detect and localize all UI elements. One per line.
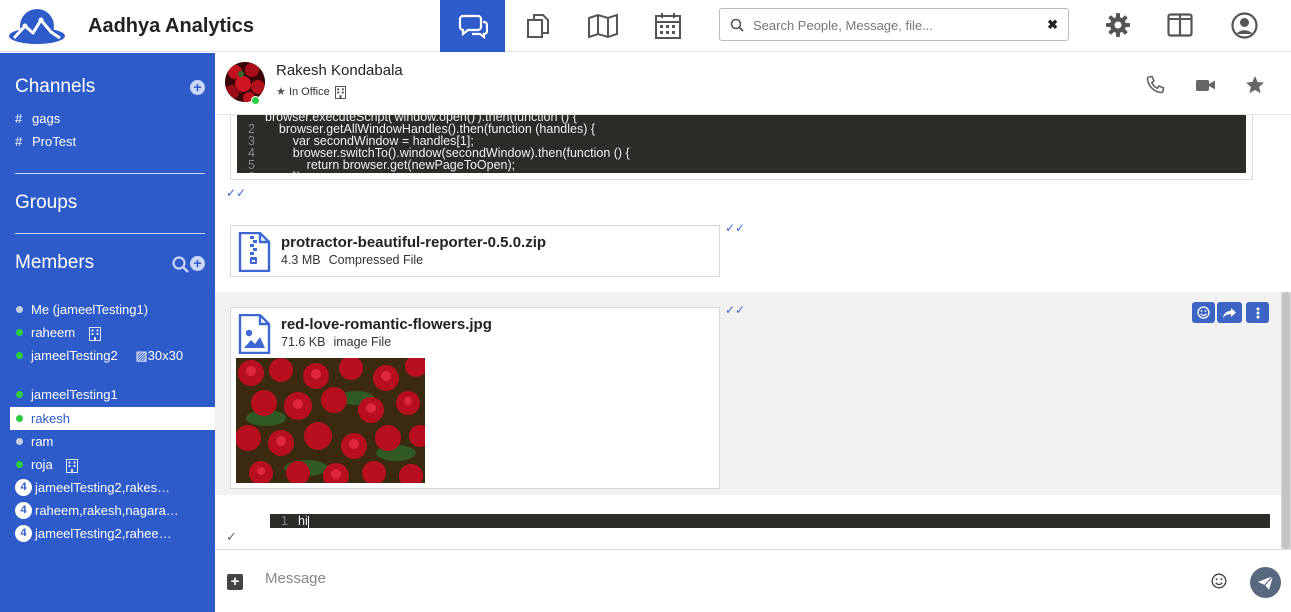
contact-name: Rakesh Kondabala	[276, 62, 403, 79]
zip-file-icon	[236, 232, 272, 272]
gear-icon[interactable]	[1104, 11, 1132, 39]
nav-calendar-button[interactable]	[635, 0, 700, 52]
emoji-icon[interactable]	[1211, 573, 1227, 589]
read-receipt-icon: ✓✓	[226, 186, 247, 200]
image-preview[interactable]	[236, 358, 425, 483]
file-meta: 4.3 MB Compressed File	[281, 253, 424, 267]
building-icon	[334, 85, 346, 99]
phone-icon[interactable]	[1145, 75, 1167, 97]
file-message[interactable]: protractor-beautiful-reporter-0.5.0.zip …	[230, 225, 720, 277]
top-bar: Aadhya Analytics ✖	[0, 0, 1291, 52]
member-item[interactable]: Me (jameelTesting1)	[10, 298, 215, 321]
avatar[interactable]	[225, 62, 265, 102]
channel-label: gags	[32, 111, 61, 126]
member-item[interactable]: jameelTesting2 ▨30x30	[10, 344, 215, 367]
group-member-item[interactable]: 4 raheem,rakesh,nagara…	[10, 499, 215, 522]
favorite-star-icon[interactable]	[1245, 75, 1267, 97]
file-name: protractor-beautiful-reporter-0.5.0.zip	[281, 234, 547, 251]
video-camera-icon[interactable]	[1195, 75, 1217, 97]
status-dot	[16, 306, 23, 313]
chat-header: Rakesh Kondabala ★ In Office	[215, 53, 1291, 115]
app-title: Aadhya Analytics	[88, 15, 254, 37]
group-member-item[interactable]: 4 jameelTesting2,rahee…	[10, 522, 215, 545]
file-meta: 71.6 KB image File	[281, 335, 392, 349]
member-count-badge: 4	[15, 479, 32, 496]
divider	[15, 233, 205, 234]
building-icon	[66, 458, 79, 473]
nav-chat-button[interactable]	[440, 0, 505, 52]
channels-title: Channels	[15, 76, 96, 97]
add-member-icon[interactable]: +	[190, 256, 205, 271]
calendar-icon	[654, 12, 682, 40]
image-message[interactable]: red-love-romantic-flowers.jpg 71.6 KB ima…	[230, 307, 720, 489]
groups-title: Groups	[15, 192, 78, 213]
code-message-hi[interactable]: 1 hi	[270, 514, 1270, 528]
code-message[interactable]: browser.executeScript('window.open()').t…	[230, 115, 1253, 180]
status-dot	[16, 461, 23, 468]
status-dot	[16, 352, 23, 359]
clear-search-icon[interactable]: ✖	[1047, 17, 1058, 33]
building-icon	[88, 326, 101, 341]
member-count-badge: 4	[15, 525, 32, 542]
status-dot	[16, 415, 23, 422]
user-account-icon[interactable]	[1230, 11, 1258, 39]
copy-files-icon	[524, 12, 552, 40]
member-item-active[interactable]: rakesh	[10, 407, 215, 430]
sent-receipt-icon: ✓	[226, 529, 237, 544]
online-status-dot	[251, 96, 260, 105]
broken-image-icon: ▨30x30	[135, 348, 184, 363]
nav-files-button[interactable]	[505, 0, 570, 52]
image-file-icon	[236, 314, 272, 354]
status-dot	[16, 329, 23, 336]
channel-item[interactable]: # gags	[15, 111, 60, 126]
forward-button[interactable]	[1217, 302, 1242, 323]
member-item[interactable]: raheem	[10, 321, 215, 344]
share-icon	[1222, 307, 1237, 319]
nav-map-button[interactable]	[570, 0, 635, 52]
member-item[interactable]: ram	[10, 430, 215, 453]
member-count-badge: 4	[15, 502, 32, 519]
channel-label: ProTest	[32, 134, 77, 149]
app-logo	[8, 8, 66, 44]
react-button[interactable]	[1192, 302, 1215, 323]
search-members-icon[interactable]	[172, 256, 189, 273]
code-line: 5 return browser.get(newPageToOpen);	[248, 158, 516, 172]
sidebar: Channels + # gags # ProTest Groups Members…	[0, 53, 215, 612]
search-box[interactable]: ✖	[719, 8, 1069, 41]
map-icon	[587, 13, 619, 39]
group-member-item[interactable]: 4 jameelTesting2,rakes…	[10, 476, 215, 499]
paper-plane-icon	[1257, 575, 1274, 591]
channel-item[interactable]: # ProTest	[15, 134, 76, 149]
scrollbar[interactable]	[1281, 292, 1291, 549]
member-item[interactable]: roja	[10, 453, 215, 476]
contact-status: ★ In Office	[276, 85, 346, 99]
code-line: 6 });	[237, 171, 1246, 173]
more-options-button[interactable]	[1246, 302, 1269, 323]
send-button[interactable]	[1250, 567, 1281, 598]
file-name: red-love-romantic-flowers.jpg	[281, 316, 492, 333]
status-dot	[16, 391, 23, 398]
member-item[interactable]: jameelTesting1	[10, 383, 215, 406]
message-composer: +	[215, 549, 1291, 612]
members-title: Members	[15, 252, 95, 273]
split-view-icon[interactable]	[1166, 11, 1194, 39]
scrollbar-thumb[interactable]	[1282, 292, 1290, 549]
code-block: browser.executeScript('window.open()').t…	[237, 115, 1246, 173]
search-icon	[730, 18, 744, 32]
smiley-icon	[1197, 306, 1210, 319]
search-input[interactable]	[753, 14, 1033, 36]
attach-plus-icon[interactable]: +	[227, 574, 243, 590]
chat-bubbles-icon	[458, 13, 488, 39]
divider	[15, 173, 205, 174]
read-receipt-icon: ✓✓	[725, 303, 746, 317]
message-list: browser.executeScript('window.open()').t…	[215, 115, 1291, 549]
star-icon: ★	[276, 86, 286, 98]
text-cursor	[307, 515, 309, 528]
more-vertical-icon	[1256, 307, 1260, 319]
add-channel-icon[interactable]: +	[190, 80, 205, 95]
status-dot	[16, 438, 23, 445]
read-receipt-icon: ✓✓	[725, 221, 746, 235]
message-input[interactable]	[265, 565, 1165, 591]
